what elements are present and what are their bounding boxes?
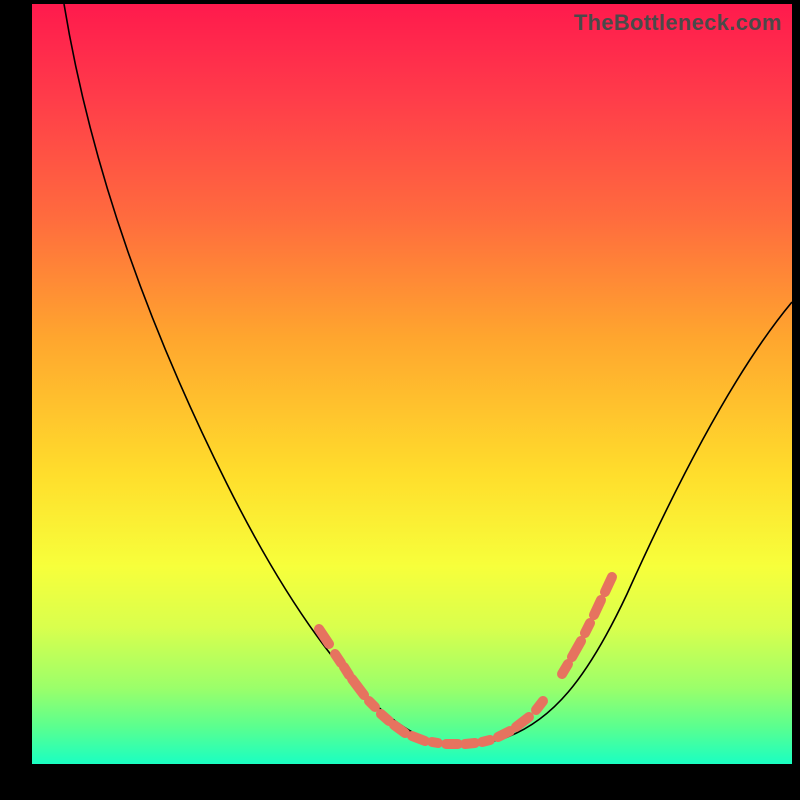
data-marker [516, 717, 529, 727]
chart-plot-area: TheBottleneck.com [32, 4, 792, 764]
data-marker [344, 667, 349, 675]
data-marker [482, 740, 490, 742]
data-marker [394, 725, 405, 733]
data-marker [412, 736, 425, 741]
curve-layer [64, 4, 792, 744]
data-marker [605, 577, 612, 592]
data-marker [465, 743, 475, 744]
data-marker [369, 701, 375, 707]
data-marker [498, 731, 510, 737]
data-marker [585, 623, 590, 633]
data-marker [572, 641, 581, 657]
marker-layer [319, 577, 612, 744]
data-marker [381, 714, 389, 721]
data-marker [335, 654, 341, 663]
chart-svg [32, 4, 792, 764]
data-marker [562, 664, 568, 674]
data-marker [536, 701, 543, 710]
bottleneck-curve [64, 4, 792, 744]
data-marker [352, 679, 364, 695]
data-marker [594, 600, 601, 615]
data-marker [432, 742, 438, 743]
